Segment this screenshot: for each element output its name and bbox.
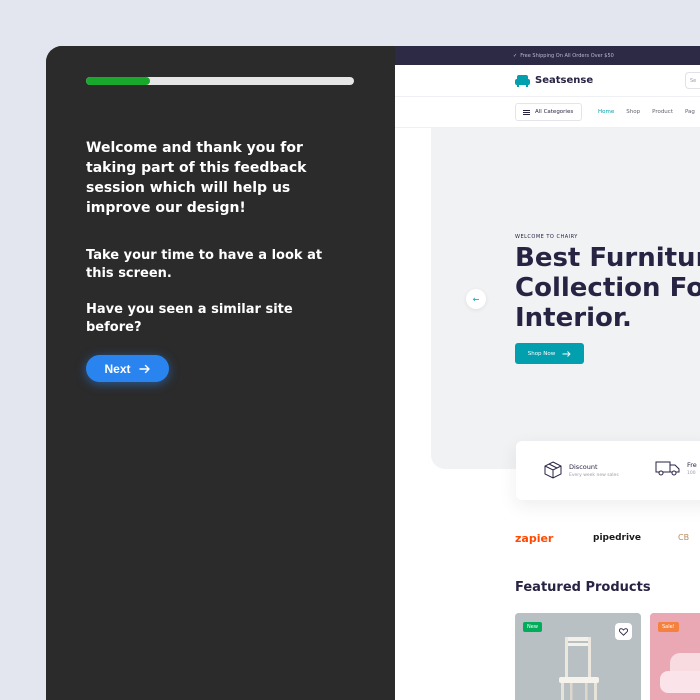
product-badge: New (523, 622, 542, 632)
site-nav: All Categories Home Shop Product Pag (395, 97, 700, 128)
hero-title-line: Interior. (515, 303, 632, 333)
heart-icon (619, 627, 628, 636)
product-badge: Sale! (658, 622, 679, 632)
product-card[interactable]: Sale! (650, 613, 700, 700)
feature-title: Fre (687, 460, 697, 469)
next-button[interactable]: Next (86, 355, 169, 382)
nav-link-home[interactable]: Home (598, 109, 614, 115)
hero-title: Best Furniture Collection For Interior. (515, 243, 700, 333)
nav-link-product[interactable]: Product (652, 109, 673, 115)
feature-discount: Discount Every week new sales (543, 460, 619, 480)
feature-title: Discount (569, 462, 598, 471)
shipping-text: Free Shipping On All Orders Over $50 (520, 52, 614, 59)
look-instruction: Take your time to have a look at this sc… (86, 248, 323, 281)
categories-label: All Categories (535, 109, 574, 115)
product-card[interactable]: New (515, 613, 641, 700)
shop-now-button[interactable]: Shop Now (515, 343, 584, 364)
next-button-label: Next (104, 361, 131, 376)
features-card: Discount Every week new sales Fre 100 (516, 441, 700, 500)
shipping-topbar: ✓ Free Shipping On All Orders Over $50 (395, 46, 700, 65)
question-text: Have you seen a similar site before? (86, 302, 293, 335)
progress-bar (86, 77, 354, 85)
featured-products-title: Featured Products (515, 580, 651, 595)
wishlist-button[interactable] (615, 623, 632, 640)
intro-text: Welcome and thank you for taking part of… (86, 140, 307, 216)
hero-title-line: Collection For (515, 273, 700, 303)
brand-name: Seatsense (535, 75, 594, 86)
arrow-right-icon (562, 350, 571, 357)
truck-icon (655, 461, 680, 476)
nav-link-pages[interactable]: Pag (685, 109, 695, 115)
brand-logos: zapier pipedrive CB (515, 532, 700, 548)
arrow-right-icon (138, 364, 150, 373)
brand-logo-zapier: zapier (515, 532, 554, 545)
progress-fill (86, 77, 151, 85)
app-frame: Welcome and thank you for taking part of… (46, 46, 700, 700)
hero-title-line: Best Furniture (515, 243, 700, 273)
website-preview: ✓ Free Shipping On All Orders Over $50 S… (395, 46, 700, 700)
sofa-logo-icon (515, 75, 530, 87)
site-header: Seatsense Se (395, 65, 700, 97)
feature-subtitle: Every week new sales (569, 472, 619, 478)
brand-logo-pipedrive: pipedrive (593, 533, 642, 543)
nav-links: Home Shop Product Pag (598, 109, 695, 115)
arrow-left-icon[interactable]: ← (466, 289, 486, 309)
survey-panel: Welcome and thank you for taking part of… (46, 46, 395, 700)
all-categories-button[interactable]: All Categories (515, 103, 582, 121)
menu-icon (523, 109, 530, 115)
nav-link-shop[interactable]: Shop (626, 109, 640, 115)
feature-subtitle: 100 (687, 470, 696, 476)
check-icon: ✓ (513, 52, 518, 59)
hero-kicker: WELCOME TO CHAIRY (515, 234, 578, 240)
box-icon (544, 461, 562, 479)
search-input[interactable]: Se (685, 72, 700, 89)
site-logo[interactable]: Seatsense (514, 73, 593, 88)
shop-now-label: Shop Now (527, 350, 556, 357)
feature-shipping: Fre 100 (655, 460, 697, 476)
brand-logo-cb: CB (678, 533, 690, 542)
